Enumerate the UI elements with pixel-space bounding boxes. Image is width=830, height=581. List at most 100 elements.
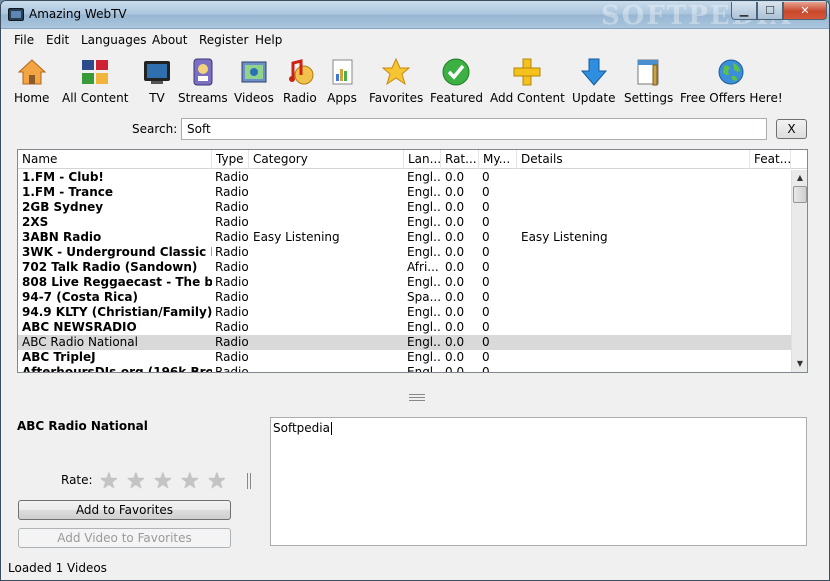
- cell-my-rating: 0: [482, 260, 490, 274]
- cell-rating: 0.0: [445, 200, 465, 214]
- search-input[interactable]: [181, 118, 767, 140]
- table-row[interactable]: AfterhoursDJs.org (196k Broad...Radio Eng…: [18, 365, 791, 373]
- add-video-to-favorites-button[interactable]: Add Video to Favorites: [18, 528, 231, 548]
- cell-my-rating: 0: [482, 275, 490, 289]
- notes-text: Softpedia: [273, 421, 330, 435]
- cell-name: 808 Live Reggaecast - The best ...: [22, 275, 212, 289]
- toolbar-settings-button[interactable]: Settings: [624, 57, 673, 105]
- column-header-type[interactable]: Type: [212, 150, 249, 169]
- cell-language: Engl...: [407, 320, 440, 334]
- cell-category: [253, 320, 403, 335]
- notes-textarea[interactable]: Softpedia: [270, 417, 807, 546]
- cell-featured: [754, 275, 790, 290]
- menu-edit[interactable]: Edit: [46, 33, 69, 47]
- settings-icon: [637, 59, 659, 86]
- cell-my-rating: 0: [482, 290, 490, 304]
- maximize-button[interactable]: ☐: [757, 2, 783, 20]
- toolbar-add-content-button[interactable]: Add Content: [490, 57, 565, 105]
- toolbar-streams-button[interactable]: Streams: [178, 57, 228, 105]
- cell-details: [521, 260, 751, 275]
- cell-featured: [754, 200, 790, 215]
- table-row[interactable]: 702 Talk Radio (Sandown) Radio Afri... 0.0 0: [18, 260, 791, 275]
- cell-my-rating: 0: [482, 320, 490, 334]
- table-row[interactable]: 2GB Sydney Radio Engl... 0.0 0: [18, 200, 791, 215]
- cell-language: Engl...: [407, 305, 440, 319]
- column-header-category[interactable]: Category: [249, 150, 404, 169]
- menu-languages[interactable]: Languages: [81, 33, 146, 47]
- toolbar-free-offers-button[interactable]: Free Offers Here!: [680, 57, 783, 105]
- cell-details: [521, 275, 751, 290]
- menu-about[interactable]: About: [152, 33, 187, 47]
- cell-category: [253, 185, 403, 200]
- toolbar-all-content-button[interactable]: All Content: [62, 57, 128, 105]
- update-arrow-icon: [580, 58, 607, 86]
- cell-featured: [754, 245, 790, 260]
- table-row[interactable]: 3WK - Underground Classic IRRadio Engl...…: [18, 245, 791, 260]
- table-row[interactable]: 94-7 (Costa Rica) Radio Spa... 0.0 0: [18, 290, 791, 305]
- panel-splitter-handle[interactable]: [409, 394, 425, 401]
- menu-register[interactable]: Register: [199, 33, 248, 47]
- cell-rating: 0.0: [445, 350, 465, 364]
- cell-rating: 0.0: [445, 320, 465, 334]
- cell-rating: 0.0: [445, 305, 465, 319]
- column-header-featured[interactable]: Feat...: [750, 150, 791, 169]
- minimize-button[interactable]: ▁: [731, 2, 757, 20]
- cell-featured: [754, 320, 790, 335]
- rating-star-icon[interactable]: ★: [180, 471, 202, 493]
- toolbar-radio-button[interactable]: Radio: [283, 57, 317, 105]
- toolbar-favorites-button[interactable]: Favorites: [369, 57, 423, 105]
- cell-name: ABC Radio National: [22, 335, 138, 349]
- toolbar-videos-button[interactable]: Videos: [234, 57, 274, 105]
- title-bar[interactable]: Amazing WebTV SOFTPEDIA ▁ ☐ ✕: [1, 1, 829, 31]
- column-header-details[interactable]: Details: [517, 150, 750, 169]
- table-row[interactable]: 3ABN Radio Radio Easy Listening Engl... 0.0 0…: [18, 230, 791, 245]
- cell-language: Engl...: [407, 350, 440, 364]
- cell-language: Engl...: [407, 275, 440, 289]
- clear-search-button[interactable]: X: [776, 119, 807, 139]
- column-header-name[interactable]: Name: [18, 150, 212, 169]
- toolbar-update-button[interactable]: Update: [572, 57, 615, 105]
- toolbar-featured-button[interactable]: Featured: [430, 57, 483, 105]
- cell-name: 3WK - Underground Classic IR: [22, 245, 212, 259]
- rating-star-icon[interactable]: ★: [207, 471, 229, 493]
- cell-rating: 0.0: [445, 365, 465, 373]
- table-row[interactable]: 94.9 KLTY (Christian/Family)Radio Engl...…: [18, 305, 791, 320]
- table-row[interactable]: 808 Live Reggaecast - The best ...Radio E…: [18, 275, 791, 290]
- column-header-rating[interactable]: Rat...: [441, 150, 479, 169]
- toolbar-tv-button[interactable]: TV: [142, 57, 172, 105]
- rating-star-icon[interactable]: ★: [153, 471, 175, 493]
- tv-icon: [144, 61, 170, 84]
- cell-type: Radio: [215, 200, 249, 214]
- table-row[interactable]: ABC TripleJ Radio Engl... 0.0 0: [18, 350, 791, 365]
- table-scrollbar[interactable]: ▲ ▼: [791, 170, 807, 372]
- scroll-thumb[interactable]: [793, 186, 807, 203]
- table-row[interactable]: ABC NEWSRADIO Radio Engl... 0.0 0: [18, 320, 791, 335]
- toolbar-home-button[interactable]: Home: [14, 57, 49, 105]
- add-to-favorites-button[interactable]: Add to Favorites: [18, 500, 231, 520]
- column-header-language[interactable]: Lan...: [404, 150, 441, 169]
- cell-featured: [754, 230, 790, 245]
- cell-my-rating: 0: [482, 335, 490, 349]
- cell-language: Engl...: [407, 365, 440, 373]
- column-header-my-rating[interactable]: My...: [479, 150, 517, 169]
- table-row[interactable]: 1.FM - Club! Radio Engl... 0.0 0: [18, 170, 791, 185]
- menu-help[interactable]: Help: [255, 33, 282, 47]
- home-icon: [17, 59, 46, 85]
- cell-type: Radio: [215, 170, 249, 184]
- cell-my-rating: 0: [482, 185, 490, 199]
- scroll-down-arrow-icon[interactable]: ▼: [792, 356, 807, 372]
- cell-category: [253, 305, 403, 320]
- toolbar-apps-button[interactable]: Apps: [327, 57, 357, 105]
- scroll-up-arrow-icon[interactable]: ▲: [792, 170, 807, 186]
- cell-category: [253, 170, 403, 185]
- cell-details: [521, 185, 751, 200]
- rating-star-icon[interactable]: ★: [99, 471, 121, 493]
- table-row[interactable]: ABC Radio National Radio Engl... 0.0 0: [18, 335, 791, 350]
- rating-divider: [247, 473, 251, 489]
- table-row[interactable]: 2XS Radio Engl... 0.0 0: [18, 215, 791, 230]
- menu-file[interactable]: File: [14, 33, 34, 47]
- cell-type: Radio: [215, 320, 249, 334]
- table-row[interactable]: 1.FM - Trance Radio Engl... 0.0 0: [18, 185, 791, 200]
- rating-star-icon[interactable]: ★: [126, 471, 148, 493]
- close-button[interactable]: ✕: [783, 2, 827, 20]
